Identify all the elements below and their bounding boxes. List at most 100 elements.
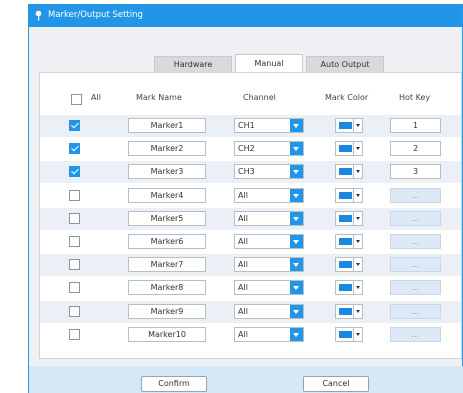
row-checkbox[interactable]	[69, 212, 80, 224]
confirm-button[interactable]: Confirm	[141, 376, 207, 392]
hot-key-field[interactable]: 3	[390, 164, 441, 180]
hot-key-field[interactable]: ...	[390, 187, 441, 203]
mark-color-picker[interactable]	[335, 118, 363, 133]
color-dropdown-icon[interactable]	[353, 327, 362, 341]
chevron-down-icon[interactable]	[290, 119, 303, 132]
mark-name-field[interactable]: Marker2	[128, 141, 206, 157]
header-channel: Channel	[243, 93, 276, 102]
mark-color-picker[interactable]	[335, 280, 363, 296]
channel-value: All	[238, 283, 248, 293]
color-swatch	[339, 307, 352, 315]
channel-dropdown[interactable]: CH1	[234, 118, 304, 133]
color-dropdown-icon[interactable]	[353, 211, 362, 225]
channel-dropdown[interactable]: All	[234, 234, 304, 249]
chevron-down-icon[interactable]	[290, 165, 303, 179]
hot-key-field[interactable]: ...	[390, 210, 441, 226]
table-row: Marker5 All...	[40, 207, 461, 230]
mark-name-field[interactable]: Marker1	[128, 118, 206, 133]
color-dropdown-icon[interactable]	[353, 142, 362, 156]
chevron-down-icon[interactable]	[290, 304, 303, 318]
mark-name-field[interactable]: Marker7	[128, 257, 206, 273]
table-row: Marker10 All...	[40, 324, 461, 346]
channel-dropdown[interactable]: All	[234, 280, 304, 296]
mark-name-field[interactable]: Marker9	[128, 303, 206, 319]
hot-key-field[interactable]: ...	[390, 257, 441, 273]
mark-color-picker[interactable]	[335, 234, 363, 249]
channel-dropdown[interactable]: CH3	[234, 164, 304, 180]
channel-dropdown[interactable]: All	[234, 326, 304, 342]
mark-color-picker[interactable]	[335, 164, 363, 180]
mark-color-picker[interactable]	[335, 187, 363, 203]
cancel-button[interactable]: Cancel	[303, 376, 369, 392]
chevron-down-icon[interactable]	[290, 258, 303, 272]
chevron-down-icon[interactable]	[290, 327, 303, 341]
channel-dropdown[interactable]: All	[234, 257, 304, 273]
color-dropdown-icon[interactable]	[353, 165, 362, 179]
mark-color-picker[interactable]	[335, 326, 363, 342]
mark-name-field[interactable]: Marker8	[128, 280, 206, 296]
chevron-down-icon[interactable]	[290, 211, 303, 225]
dialog-footer	[29, 366, 463, 393]
tab-auto-output[interactable]: Auto Output	[306, 56, 384, 72]
channel-dropdown[interactable]: All	[234, 187, 304, 203]
color-dropdown-icon[interactable]	[353, 119, 362, 132]
mark-color-picker[interactable]	[335, 210, 363, 226]
channel-value: CH2	[238, 144, 255, 154]
table-row: Marker1 CH1 1	[40, 115, 461, 137]
row-checkbox[interactable]	[69, 120, 80, 131]
mark-name-field[interactable]: Marker3	[128, 164, 206, 180]
row-checkbox[interactable]	[69, 305, 80, 317]
hot-key-field[interactable]: ...	[390, 280, 441, 296]
hot-key-field[interactable]: 2	[390, 141, 441, 157]
channel-dropdown[interactable]: All	[234, 210, 304, 226]
chevron-down-icon[interactable]	[290, 188, 303, 202]
mark-name-field[interactable]: Marker6	[128, 234, 206, 249]
select-all-checkbox[interactable]	[71, 94, 82, 105]
color-dropdown-icon[interactable]	[353, 188, 362, 202]
row-checkbox[interactable]	[69, 328, 80, 340]
mark-color-picker[interactable]	[335, 303, 363, 319]
header-mark-name: Mark Name	[136, 93, 182, 102]
channel-value: All	[238, 306, 248, 316]
mark-name-field[interactable]: Marker5	[128, 210, 206, 226]
color-dropdown-icon[interactable]	[353, 304, 362, 318]
tab-hardware[interactable]: Hardware	[154, 56, 232, 72]
color-dropdown-icon[interactable]	[353, 258, 362, 272]
color-swatch	[339, 238, 352, 245]
row-checkbox[interactable]	[69, 259, 80, 271]
table-row: Marker4 All...	[40, 185, 461, 207]
color-swatch	[339, 191, 352, 199]
hot-key-field[interactable]: ...	[390, 303, 441, 319]
tab-manual[interactable]: Manual	[235, 54, 303, 72]
hot-key-field[interactable]: ...	[390, 234, 441, 249]
table-row: Marker2 CH2 2	[40, 138, 461, 160]
hot-key-field[interactable]: ...	[390, 326, 441, 342]
window-title: Marker/Output Setting	[48, 10, 143, 20]
row-checkbox[interactable]	[69, 166, 80, 178]
channel-value: CH3	[238, 167, 255, 177]
chevron-down-icon[interactable]	[290, 142, 303, 156]
mark-name-field[interactable]: Marker10	[128, 326, 206, 342]
channel-dropdown[interactable]: CH2	[234, 141, 304, 157]
row-checkbox[interactable]	[69, 189, 80, 201]
row-checkbox[interactable]	[69, 282, 80, 294]
color-dropdown-icon[interactable]	[353, 281, 362, 295]
mark-name-field[interactable]: Marker4	[128, 187, 206, 203]
table-row: Marker7 All...	[40, 254, 461, 277]
hot-key-field[interactable]: 1	[390, 118, 441, 133]
mark-color-picker[interactable]	[335, 141, 363, 157]
pin-icon	[35, 10, 42, 21]
table-row: Marker8 All...	[40, 277, 461, 299]
channel-value: All	[238, 260, 248, 270]
color-swatch	[339, 122, 352, 129]
color-swatch	[339, 168, 352, 176]
color-dropdown-icon[interactable]	[353, 235, 362, 248]
chevron-down-icon[interactable]	[290, 235, 303, 248]
channel-dropdown[interactable]: All	[234, 303, 304, 319]
mark-color-picker[interactable]	[335, 257, 363, 273]
chevron-down-icon[interactable]	[290, 281, 303, 295]
color-swatch	[339, 145, 352, 153]
row-checkbox[interactable]	[69, 236, 80, 247]
channel-value: All	[238, 213, 248, 223]
row-checkbox[interactable]	[69, 143, 80, 155]
